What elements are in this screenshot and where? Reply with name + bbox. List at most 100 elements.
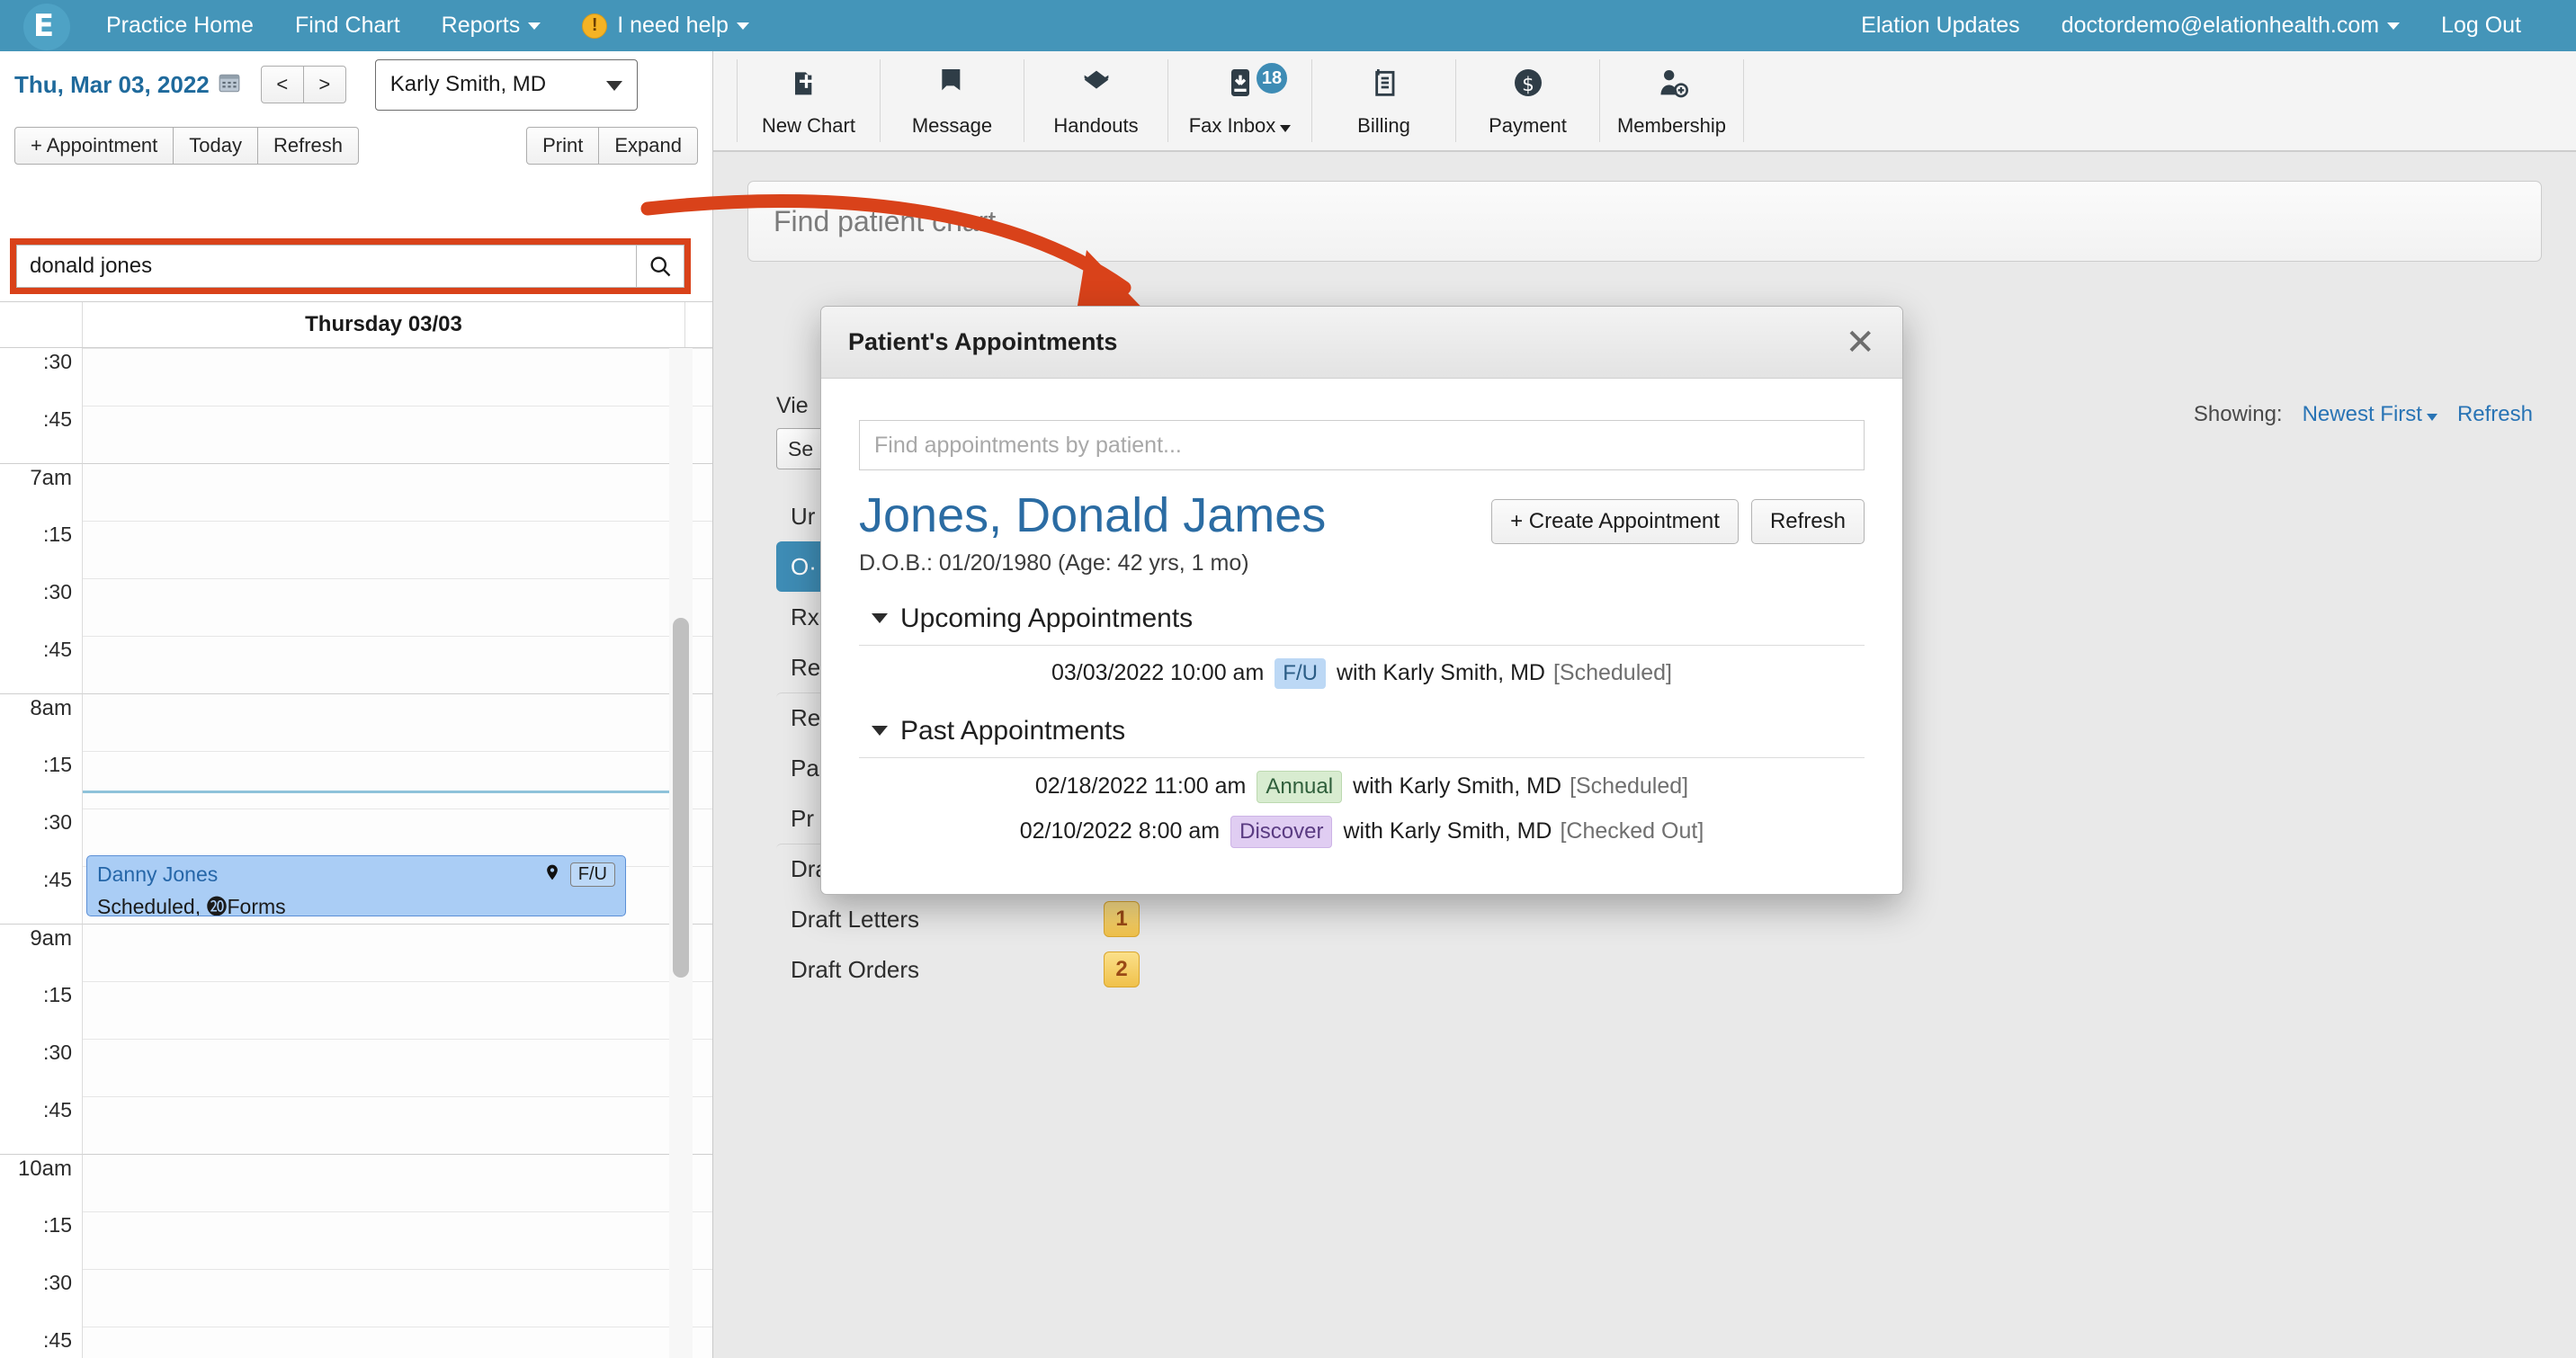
section-title: Upcoming Appointments [900, 603, 1194, 633]
time-slot-cell[interactable] [83, 348, 712, 406]
ph-item-draft-orders[interactable]: Draft Orders 2 [776, 944, 1154, 995]
add-appointment-button[interactable]: + Appointment [14, 127, 174, 165]
toolbar-handouts[interactable]: Handouts [1024, 59, 1168, 142]
time-slot-cell[interactable] [83, 1154, 712, 1211]
calendar-grid[interactable]: :30 :45 7am :15 :30 :45 8am :15 :30 :45 … [0, 348, 712, 1358]
calendar-appointment-block[interactable]: Danny Jones F/U Scheduled, ⓴Forms 10:00 … [86, 855, 626, 916]
provider-select-value: Karly Smith, MD [389, 72, 547, 96]
time-slot-cell[interactable] [83, 636, 712, 693]
patient-search-button[interactable] [636, 245, 684, 288]
find-patient-chart-input[interactable]: Find patient chart... [747, 181, 2542, 262]
ph-item-label: Ur [791, 502, 816, 530]
prev-day-button[interactable]: < [260, 66, 304, 103]
time-slot-cell[interactable] [83, 1039, 712, 1096]
time-slot-cell[interactable] [83, 521, 712, 578]
time-slot-cell[interactable] [83, 1096, 712, 1154]
next-day-button[interactable]: > [302, 66, 346, 103]
time-slot-cell[interactable] [83, 578, 712, 636]
toolbar-new-chart[interactable]: New Chart [737, 59, 881, 142]
close-icon[interactable]: ✕ [1845, 325, 1875, 361]
time-slot-label: :15 [0, 981, 83, 1039]
chevron-down-icon [2387, 22, 2401, 30]
patient-appointments-modal: Patient's Appointments ✕ Jones, Donald J… [820, 306, 1903, 895]
expand-button[interactable]: Expand [598, 127, 698, 165]
nav-item-account-menu[interactable]: doctordemo@elationhealth.com [2041, 0, 2420, 51]
provider-select[interactable]: Karly Smith, MD [374, 58, 638, 111]
toolbar-label-text: Fax Inbox [1188, 113, 1276, 137]
day-header-scroll-pad [684, 302, 712, 347]
time-slot: :15 [0, 1211, 712, 1269]
today-button[interactable]: Today [173, 127, 258, 165]
appointment-header-row: Danny Jones F/U [97, 862, 615, 888]
time-slot-label: :15 [0, 751, 83, 809]
modal-refresh-button[interactable]: Refresh [1750, 499, 1865, 544]
showing-controls: Showing: Newest First Refresh [2194, 402, 2533, 427]
time-slot-label: :30 [0, 348, 83, 406]
toolbar-fax-inbox[interactable]: 18 Fax Inbox [1168, 59, 1312, 142]
time-slot-cell[interactable] [83, 1269, 712, 1327]
time-slot-cell[interactable] [83, 1327, 712, 1358]
ph-item-draft-letters[interactable]: Draft Letters 1 [776, 894, 1154, 944]
find-appointments-input[interactable] [859, 420, 1865, 470]
modal-header: Patient's Appointments ✕ [821, 307, 1902, 379]
patient-summary-row: Jones, Donald James D.O.B.: 01/20/1980 (… [859, 490, 1865, 576]
ph-item-label: Draft Letters [791, 905, 920, 933]
appointment-type-tag: F/U [1275, 657, 1326, 689]
secondary-nav: Elation Updates doctordemo@elationhealth… [1840, 0, 2576, 51]
nav-item-find-chart[interactable]: Find Chart [274, 0, 421, 51]
toolbar-message[interactable]: Message [881, 59, 1024, 142]
fax-inbox-icon [1222, 65, 1258, 107]
nav-item-elation-updates[interactable]: Elation Updates [1840, 0, 2041, 51]
nav-item-i-need-help[interactable]: ! I need help [561, 0, 770, 51]
showing-sort-value: Newest First [2302, 402, 2422, 426]
nav-item-reports[interactable]: Reports [421, 0, 562, 51]
modal-appointment-row[interactable]: 02/18/2022 11:00 am Annual with Karly Sm… [859, 758, 1865, 803]
time-slot-cell[interactable] [83, 1211, 712, 1269]
appointment-patient-name[interactable]: Danny Jones [97, 862, 218, 887]
modal-title: Patient's Appointments [848, 328, 1118, 355]
modal-appointment-row[interactable]: 03/03/2022 10:00 am F/U with Karly Smith… [859, 646, 1865, 689]
chevron-down-icon [2426, 414, 2437, 421]
calendar-date-label[interactable]: Thu, Mar 03, 2022 [14, 71, 210, 99]
fax-inbox-badge: 18 [1255, 61, 1289, 95]
nav-label: Elation Updates [1861, 13, 2020, 38]
print-button[interactable]: Print [526, 127, 600, 165]
time-slot-label: :45 [0, 636, 83, 693]
calendar-icon[interactable] [218, 71, 241, 99]
calendar-scrollbar-thumb[interactable] [673, 618, 689, 978]
time-slot-cell[interactable] [83, 693, 712, 751]
appointment-type-tag: Discover [1230, 815, 1333, 848]
toolbar-payment[interactable]: $ Payment [1456, 59, 1600, 142]
time-slot-cell[interactable] [83, 406, 712, 463]
refresh-button[interactable]: Refresh [257, 127, 360, 165]
view-select-value: Se [788, 436, 814, 460]
new-chart-icon [791, 65, 827, 107]
nav-item-log-out[interactable]: Log Out [2420, 0, 2542, 51]
showing-refresh-link[interactable]: Refresh [2457, 402, 2533, 427]
time-slot: :30 [0, 348, 712, 406]
nav-item-practice-home[interactable]: Practice Home [85, 0, 274, 51]
time-slot: :45 [0, 1327, 712, 1358]
upcoming-appointments-header[interactable]: Upcoming Appointments [859, 603, 1865, 646]
time-slot-cell[interactable] [83, 924, 712, 981]
chevron-down-icon [872, 613, 888, 624]
create-appointment-button[interactable]: + Create Appointment [1491, 499, 1739, 544]
appointment-icons: F/U [543, 862, 615, 888]
toolbar-label: Fax Inbox [1189, 114, 1292, 138]
toolbar-billing[interactable]: Billing [1312, 59, 1456, 142]
modal-appointment-row[interactable]: 02/10/2022 8:00 am Discover with Karly S… [859, 803, 1865, 848]
showing-sort-dropdown[interactable]: Newest First [2303, 402, 2437, 427]
calendar-scrollbar[interactable] [669, 348, 693, 1358]
time-slot-cell[interactable] [83, 751, 712, 809]
elation-logo[interactable]: E [0, 0, 85, 51]
patient-name-link[interactable]: Jones, Donald James [859, 490, 1326, 541]
logo-glyph: E [32, 7, 54, 44]
past-appointments-header[interactable]: Past Appointments [859, 716, 1865, 758]
time-slot: :15 [0, 521, 712, 578]
time-slot-label: 8am [0, 693, 83, 751]
time-slot-cell[interactable] [83, 981, 712, 1039]
nav-label: Reports [441, 13, 521, 38]
toolbar-membership[interactable]: Membership [1600, 59, 1744, 142]
time-slot-cell[interactable] [83, 463, 712, 521]
patient-search-input[interactable] [16, 245, 636, 288]
